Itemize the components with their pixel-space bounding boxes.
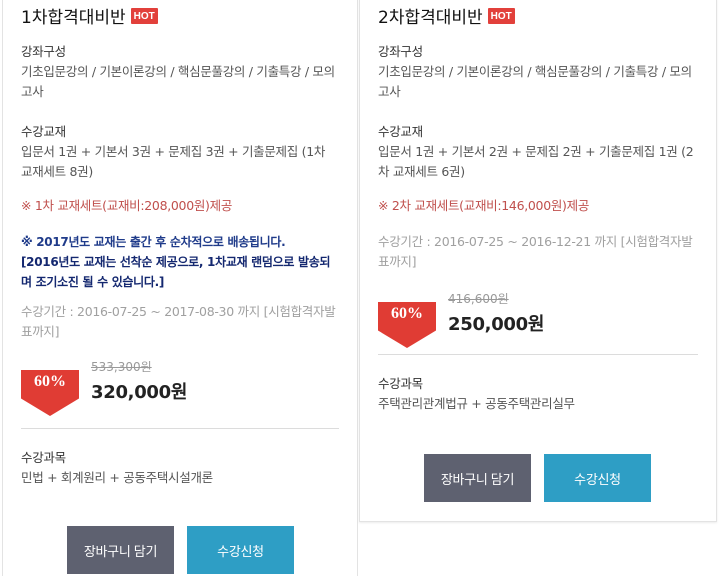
subjects-section: 수강과목 민법 + 회계원리 + 공동주택시설개론	[21, 448, 339, 488]
divider	[378, 354, 698, 355]
sale-price: 320,000원	[91, 382, 188, 403]
divider	[21, 428, 339, 429]
add-to-cart-button[interactable]: 장바구니 담기	[424, 454, 531, 502]
add-to-cart-button[interactable]: 장바구니 담기	[67, 526, 174, 574]
hot-badge: HOT	[130, 7, 158, 24]
notice-line-2: [2016년도 교재는 선착순 제공으로, 1차교재 랜덤으로 발송되며 조기소…	[21, 255, 331, 289]
card-title: 1차합격대비반 HOT	[21, 3, 158, 28]
course-composition: 강좌구성 기초입문강의 / 기본이론강의 / 핵심문풀강의 / 기출특강 / 모…	[21, 42, 339, 102]
delivery-notice: ※ 2017년도 교재는 출간 후 순차적으로 배송됩니다. [2016년도 교…	[21, 232, 339, 292]
textbook-label: 수강교재	[21, 124, 66, 139]
discount-rate: 60%	[391, 305, 423, 322]
sale-price: 250,000원	[448, 314, 545, 335]
course-text: 기초입문강의 / 기본이론강의 / 핵심문풀강의 / 기출특강 / 모의고사	[21, 64, 335, 99]
textbook-note: ※ 2차 교재세트(교재비:146,000원)제공	[378, 198, 590, 213]
apply-button[interactable]: 수강신청	[187, 526, 294, 574]
subjects-section: 수강과목 주택관리관계법규 + 공동주택관리실무	[378, 374, 698, 414]
course-text: 기초입문강의 / 기본이론강의 / 핵심문풀강의 / 기출특강 / 모의고사	[378, 64, 692, 99]
textbook-note: ※ 1차 교재세트(교재비:208,000원)제공	[21, 198, 233, 213]
card-title-text: 1차합격대비반	[21, 8, 126, 28]
textbook-section: 수강교재 입문서 1권 + 기본서 3권 + 문제집 3권 + 기출문제집 (1…	[21, 122, 339, 182]
course-composition: 강좌구성 기초입문강의 / 기본이론강의 / 핵심문풀강의 / 기출특강 / 모…	[378, 42, 698, 102]
course-card-2: 2차합격대비반 HOT 강좌구성 기초입문강의 / 기본이론강의 / 핵심문풀강…	[359, 0, 717, 522]
course-label: 강좌구성	[21, 44, 66, 59]
price-block: 60% 533,300원 320,000원	[21, 360, 241, 430]
notice-line-1: ※ 2017년도 교재는 출간 후 순차적으로 배송됩니다.	[21, 235, 286, 249]
course-period: 수강기간 : 2016-07-25 ~ 2017-08-30 까지 [시험합격자…	[21, 304, 336, 339]
textbook-text: 입문서 1권 + 기본서 2권 + 문제집 2권 + 기출문제집 1권 (2차 …	[378, 144, 694, 179]
card-title-text: 2차합격대비반	[378, 8, 483, 28]
subjects-text: 주택관리관계법규 + 공동주택관리실무	[378, 396, 575, 411]
original-price: 533,300원	[91, 360, 152, 374]
textbook-text: 입문서 1권 + 기본서 3권 + 문제집 3권 + 기출문제집 (1차 교재세…	[21, 144, 326, 179]
textbook-label: 수강교재	[378, 124, 423, 139]
course-period: 수강기간 : 2016-07-25 ~ 2016-12-21 까지 [시험합격자…	[378, 234, 693, 269]
course-label: 강좌구성	[378, 44, 423, 59]
textbook-section: 수강교재 입문서 1권 + 기본서 2권 + 문제집 2권 + 기출문제집 1권…	[378, 122, 698, 182]
price-block: 60% 416,600원 250,000원	[378, 292, 598, 362]
hot-badge: HOT	[487, 7, 515, 24]
apply-button[interactable]: 수강신청	[544, 454, 651, 502]
discount-rate: 60%	[34, 373, 66, 390]
subjects-text: 민법 + 회계원리 + 공동주택시설개론	[21, 470, 213, 485]
subjects-label: 수강과목	[21, 450, 66, 465]
course-card-1: 1차합격대비반 HOT 강좌구성 기초입문강의 / 기본이론강의 / 핵심문풀강…	[2, 0, 358, 576]
card-title: 2차합격대비반 HOT	[378, 3, 515, 28]
subjects-label: 수강과목	[378, 376, 423, 391]
original-price: 416,600원	[448, 292, 509, 306]
